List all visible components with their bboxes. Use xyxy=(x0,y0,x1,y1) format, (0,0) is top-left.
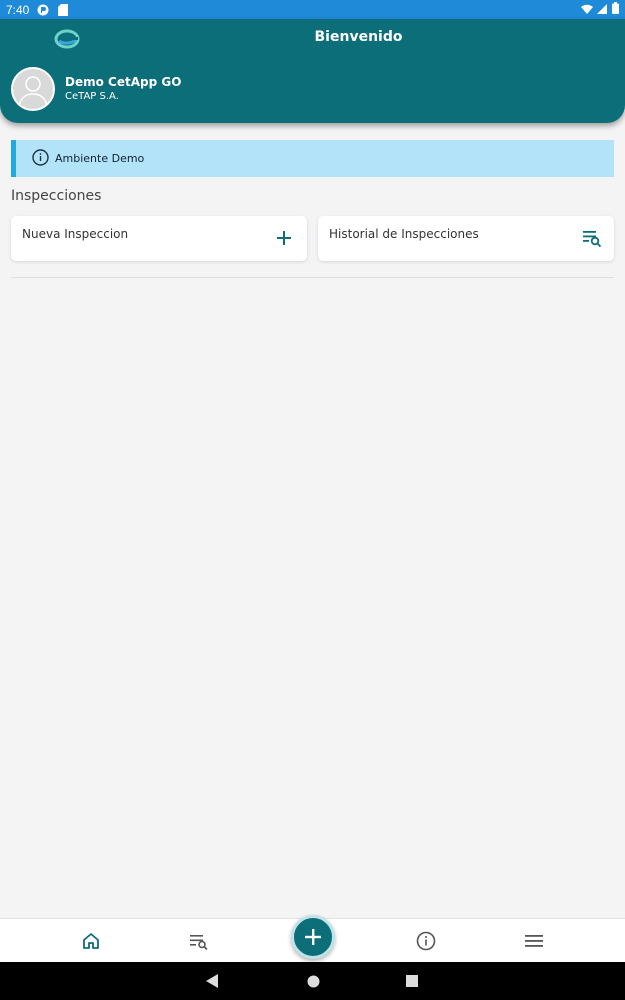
user-placeholder-icon xyxy=(18,76,48,109)
home-circle-icon[interactable] xyxy=(306,974,320,988)
add-inspection-fab[interactable] xyxy=(291,915,335,959)
banner-text: Ambiente Demo xyxy=(55,152,145,165)
plus-icon xyxy=(275,229,293,247)
inspection-history-label: Historial de Inspecciones xyxy=(329,227,479,241)
signal-icon xyxy=(597,3,608,17)
inspection-history-card[interactable]: Historial de Inspecciones xyxy=(318,216,614,261)
avatar[interactable] xyxy=(11,67,55,111)
status-time: 7:40 xyxy=(6,2,30,17)
status-bar: 7:40 xyxy=(0,0,625,19)
system-navigation-bar xyxy=(0,962,625,1000)
back-icon[interactable] xyxy=(205,974,219,988)
info-icon xyxy=(416,931,436,951)
section-divider xyxy=(11,277,614,278)
add-icon xyxy=(305,929,321,945)
notification-app-icon xyxy=(37,4,49,16)
environment-banner: Ambiente Demo xyxy=(11,140,614,177)
search-list-icon xyxy=(190,935,208,950)
battery-icon xyxy=(612,2,619,17)
page-title: Bienvenido xyxy=(314,29,403,45)
nav-menu[interactable] xyxy=(523,930,545,952)
nav-history[interactable] xyxy=(188,930,210,952)
section-title: Inspecciones xyxy=(11,188,102,204)
menu-icon xyxy=(525,935,543,947)
nav-info[interactable] xyxy=(415,930,437,952)
new-inspection-card[interactable]: Nueva Inspeccion xyxy=(11,216,307,261)
search-list-icon xyxy=(582,229,602,248)
sd-card-icon xyxy=(57,3,69,16)
app-header: Bienvenido Demo CetApp GO CeTAP S.A. xyxy=(0,19,625,123)
wifi-icon xyxy=(581,3,593,17)
info-icon xyxy=(32,148,49,169)
nav-home[interactable] xyxy=(80,930,102,952)
new-inspection-label: Nueva Inspeccion xyxy=(22,227,129,241)
recents-icon[interactable] xyxy=(405,974,419,988)
company-name: CeTAP S.A. xyxy=(65,91,119,102)
user-name: Demo CetApp GO xyxy=(65,75,182,89)
home-icon xyxy=(83,933,99,949)
